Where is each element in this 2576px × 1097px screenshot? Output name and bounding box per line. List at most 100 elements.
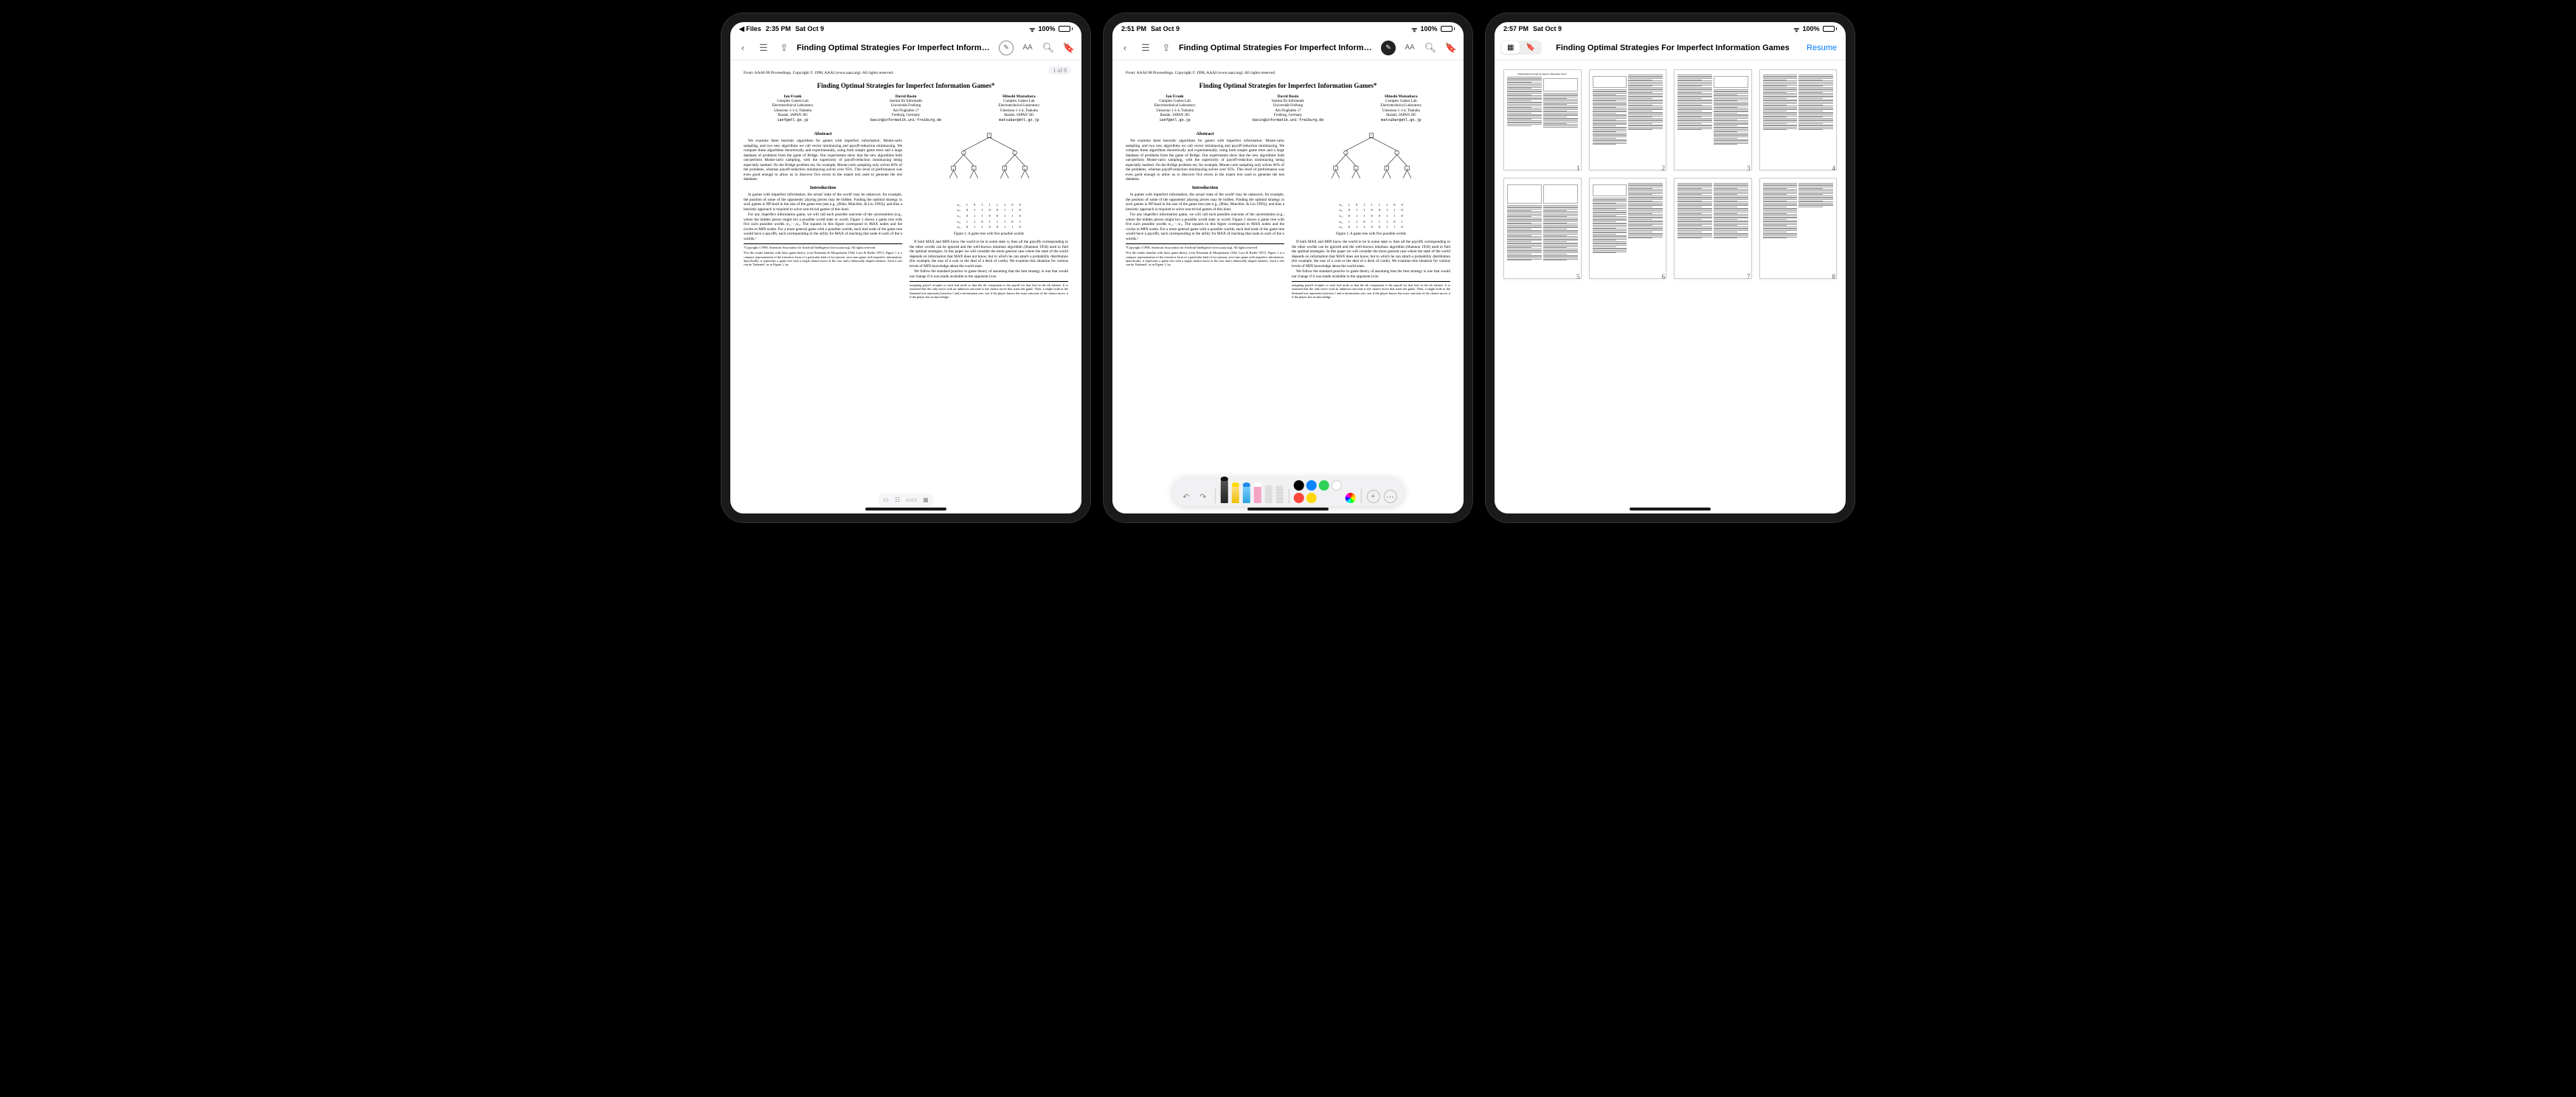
paper-title: Finding Optimal Strategies for Imperfect… [1126,82,1450,90]
home-indicator[interactable] [1247,508,1329,511]
paper-title: Finding Optimal Strategies for Imperfect… [744,82,1068,90]
svg-text:a: a [988,134,990,136]
separator [1361,488,1362,503]
status-time: 2:35 PM [766,25,791,32]
markup-icon-active[interactable]: ✎ [1381,41,1396,55]
game-tree-svg: abc defg [1320,131,1423,198]
nav-bar: ▦ 🔖 Finding Optimal Strategies For Imper… [1495,35,1846,60]
pen-tool[interactable] [1220,480,1228,503]
outline-icon[interactable]: ☰ [757,41,770,55]
intro-heading: Introduction [1126,185,1284,191]
col2-p1: If both MAX and MIN know the world to be… [910,240,1068,269]
figure-1: abc defg w₁10111100w₂01100110w₃01100110w… [1292,131,1450,237]
wifi-icon: ᯤ [1029,24,1035,34]
footnote-copyright: *Copyright ©1998, American Association f… [744,243,902,249]
page-thumbnail[interactable]: 7 [1674,178,1752,279]
battery-percent: 100% [1420,25,1437,32]
paper-source-line: From: AAAI-98 Proceedings. Copyright © 1… [1126,71,1450,76]
lasso-tool[interactable] [1264,485,1272,503]
markup-icon[interactable]: ✎ [999,41,1014,55]
grid-view-seg[interactable]: ▦ [1501,41,1520,54]
paper-page-1: From: AAAI-98 Proceedings. Copyright © 1… [730,60,1081,513]
search-icon[interactable]: 🔍︎ [1424,41,1437,55]
view-two-icon[interactable]: ▭▭ [904,495,919,505]
thumbnail-content[interactable]: Finding Optimal Strategies for Imperfect… [1495,60,1846,513]
more-icon[interactable]: ⋯ [1383,490,1396,503]
thumbnail-page-number: 2 [1662,165,1666,172]
page-thumbnail[interactable]: 4 [1759,69,1838,170]
intro-p1: In games with imperfect information, the… [744,193,902,212]
home-indicator[interactable] [865,508,946,511]
separator [1215,488,1216,503]
share-icon[interactable]: ⇪ [1160,41,1173,55]
redo-icon[interactable]: ↷ [1197,490,1210,503]
add-icon[interactable]: + [1366,490,1379,503]
color-swatch[interactable] [1306,480,1317,491]
page-thumbnail[interactable]: 8 [1759,178,1838,279]
view-single-icon[interactable]: ▭ [881,495,891,505]
page-title: Finding Optimal Strategies For Imperfect… [797,44,993,52]
page-thumbnail[interactable]: 5 [1503,178,1582,279]
svg-text:e: e [973,167,974,170]
battery-icon [1059,26,1073,32]
document-content[interactable]: From: AAAI-98 Proceedings. Copyright © 1… [1112,60,1464,513]
page-thumbnail[interactable]: 3 [1674,69,1752,170]
ipad-thumbnail-view: 2:57 PM Sat Oct 9 ᯤ 100% ▦ 🔖 Finding Opt… [1486,13,1855,522]
bookmarks-seg[interactable]: 🔖 [1520,41,1540,54]
battery-percent: 100% [1038,25,1055,32]
text-size-icon[interactable]: AA [1021,41,1034,55]
page-thumbnail[interactable]: Finding Optimal Strategies for Imperfect… [1503,69,1582,170]
view-segmented-control[interactable]: ▦ 🔖 [1500,41,1542,55]
status-date: Sat Oct 9 [1151,25,1180,32]
bookmark-icon[interactable]: 🔖 [1444,41,1458,55]
page-title: Finding Optimal Strategies For Imperfect… [1179,44,1375,52]
view-mode-strip[interactable]: ▭ ☷ ▭▭ ▦ [878,494,933,506]
color-swatch[interactable] [1294,480,1304,491]
thumbnail-page-number: 6 [1662,273,1666,280]
text-size-icon[interactable]: AA [1403,41,1416,55]
highlighter-tool[interactable] [1231,485,1239,503]
author: Ian FrankComplex Games LabElectrotechnic… [1154,94,1196,122]
view-grid-icon[interactable]: ▦ [921,495,931,505]
ruler-tool[interactable] [1275,485,1283,503]
wifi-icon: ᯤ [1411,24,1417,34]
color-swatch[interactable] [1332,480,1342,491]
back-icon[interactable]: ‹ [736,41,749,55]
back-icon[interactable]: ‹ [1118,41,1132,55]
intro-heading: Introduction [744,185,902,191]
nav-bar: ‹ ☰ ⇪ Finding Optimal Strategies For Imp… [730,35,1081,60]
author: Hitoshi MatsubaraComplex Games LabElectr… [1380,94,1422,122]
footnote-reader: ¹For the reader familiar with basic game… [744,249,902,266]
paper-page-1: From: AAAI-98 Proceedings. Copyright © 1… [1112,60,1464,513]
wifi-icon: ᯤ [1793,24,1799,34]
view-continuous-icon[interactable]: ☷ [893,495,902,505]
resume-button[interactable]: Resume [1804,44,1840,52]
color-swatch[interactable] [1294,493,1304,503]
bookmark-icon[interactable]: 🔖 [1062,41,1076,55]
eraser-tool[interactable] [1253,485,1261,503]
home-indicator[interactable] [1630,508,1711,511]
outline-icon[interactable]: ☰ [1139,41,1152,55]
search-icon[interactable]: 🔍︎ [1042,41,1055,55]
back-app-label[interactable]: ◀ Files [739,25,761,33]
document-content[interactable]: 1 of 8 From: AAAI-98 Proceedings. Copyri… [730,60,1081,513]
color-swatch[interactable] [1306,493,1317,503]
col2-footnote: assigning payoff n-tuples to each leaf n… [1292,281,1450,299]
share-icon[interactable]: ⇪ [778,41,791,55]
intro-p2: For any imperfect information game, we w… [1126,212,1284,241]
color-swatches [1294,480,1342,503]
svg-text:a: a [1371,134,1372,136]
thumbnail-page-number: 3 [1747,165,1751,172]
figure-1-caption: Figure 1: A game tree with five possible… [1292,232,1450,237]
undo-icon[interactable]: ↶ [1180,490,1193,503]
author: David BasinInstitut für InformatikUniver… [1253,94,1323,122]
page-thumbnail[interactable]: 2 [1589,69,1667,170]
color-swatch[interactable] [1319,480,1329,491]
author: Hitoshi MatsubaraComplex Games LabElectr… [998,94,1039,122]
color-picker-icon[interactable] [1346,493,1356,503]
intro-p2: For any imperfect information game, we w… [744,212,902,241]
marker-tool[interactable] [1242,485,1250,503]
paper-source-line: From: AAAI-98 Proceedings. Copyright © 1… [744,71,1068,76]
page-thumbnail[interactable]: 6 [1589,178,1667,279]
author: David BasinInstitut für InformatikUniver… [870,94,941,122]
